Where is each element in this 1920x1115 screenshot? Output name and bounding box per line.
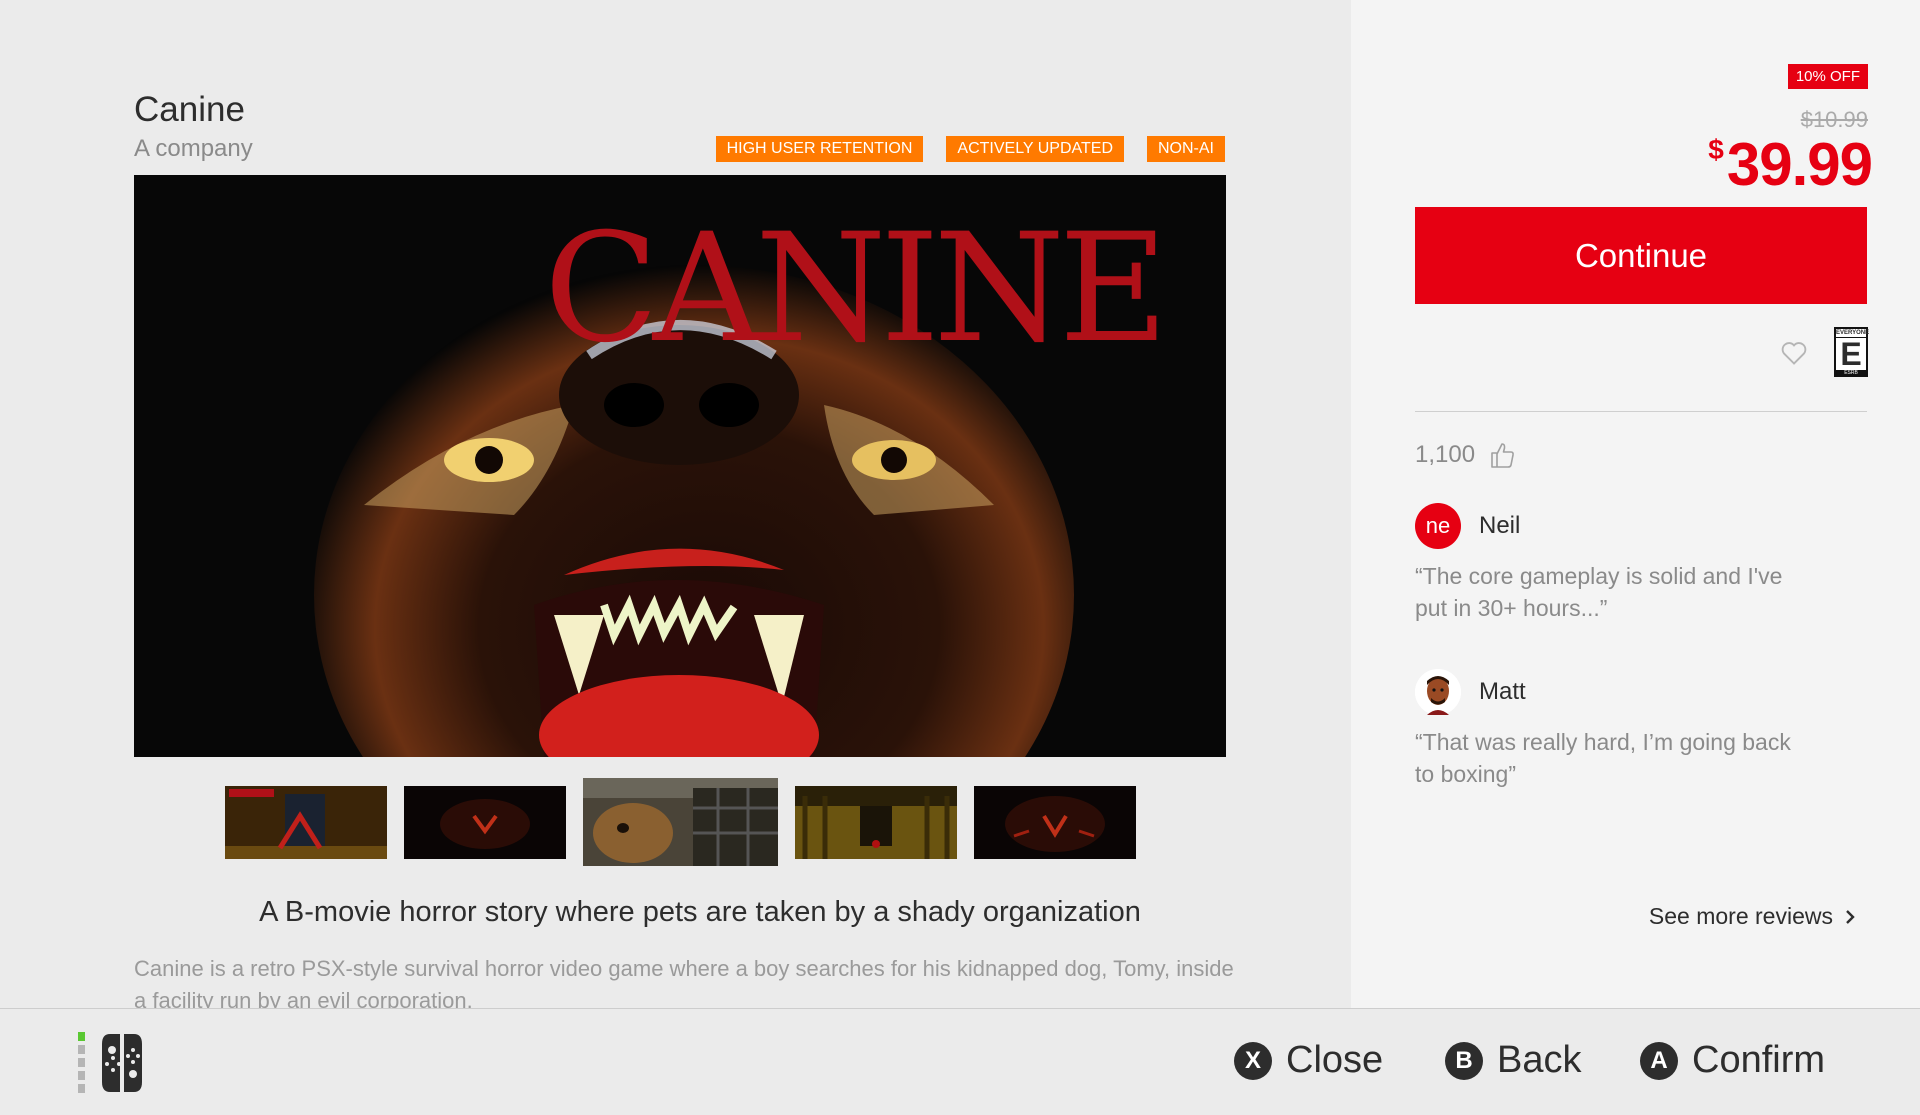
close-button[interactable]: X Close — [1234, 1039, 1383, 1082]
controller-icon — [78, 1032, 142, 1093]
tag-non-ai: NON-AI — [1147, 136, 1225, 162]
close-label: Close — [1286, 1039, 1384, 1081]
mii-avatar-icon — [1415, 669, 1461, 715]
back-button[interactable]: B Back — [1445, 1039, 1581, 1082]
tag-actively-updated: ACTIVELY UPDATED — [946, 136, 1124, 162]
discount-badge: 10% OFF — [1787, 64, 1868, 89]
thumbnail-1[interactable] — [225, 785, 387, 859]
continue-button[interactable]: Continue — [1415, 207, 1867, 304]
esrb-everyone-icon: EVERYONE E ESRB — [1834, 327, 1869, 377]
main-panel: Canine A company HIGH USER RETENTION ACT… — [0, 0, 1351, 1008]
thumbnail-4[interactable] — [795, 785, 957, 859]
likes-value: 1,100 — [1415, 441, 1476, 468]
price-value: 39.99 — [1726, 131, 1873, 198]
tag-high-user-retention: HIGH USER RETENTION — [715, 136, 924, 162]
b-button-icon: B — [1445, 1041, 1483, 1080]
review-author-neil: ne Neil — [1415, 503, 1520, 549]
x-button-icon: X — [1234, 1041, 1272, 1080]
review-text: “That was really hard, I’m going back to… — [1415, 729, 1791, 787]
game-title: Canine — [134, 90, 245, 129]
confirm-label: Confirm — [1692, 1039, 1826, 1081]
back-label: Back — [1497, 1039, 1582, 1081]
heart-icon[interactable] — [1780, 339, 1808, 367]
screenshot-thumbnails — [225, 778, 1136, 866]
currency-symbol: $ — [1708, 134, 1724, 165]
a-button-icon: A — [1640, 1041, 1678, 1080]
confirm-button[interactable]: A Confirm — [1640, 1039, 1825, 1082]
avatar: ne — [1415, 503, 1461, 549]
panel-divider — [1415, 411, 1867, 412]
hero-image[interactable]: CANINE — [134, 175, 1226, 757]
thumbnail-5[interactable] — [974, 785, 1136, 859]
game-headline: A B-movie horror story where pets are ta… — [259, 896, 1141, 928]
see-more-reviews-link[interactable]: See more reviews — [1649, 903, 1855, 930]
snarling-dog-artwork: CANINE — [134, 175, 1226, 757]
see-more-label: See more reviews — [1648, 903, 1833, 929]
tag-list: HIGH USER RETENTION ACTIVELY UPDATED NON… — [715, 136, 1225, 162]
esrb-letter: E — [1840, 336, 1862, 372]
chevron-right-icon — [1846, 909, 1855, 924]
sale-price: $39.99 — [1708, 130, 1873, 199]
thumbnail-2[interactable] — [404, 785, 566, 859]
hero-logo: CANINE — [544, 202, 1162, 376]
reviewer-name: Matt — [1479, 678, 1526, 705]
footer-bar — [0, 1008, 1920, 1115]
reviewer-name: Neil — [1479, 512, 1521, 539]
thumbs-up-icon[interactable] — [1489, 441, 1515, 469]
review-text: “The core gameplay is solid and I've put… — [1415, 563, 1783, 621]
publisher-name: A company — [134, 135, 253, 162]
game-description: Canine is a retro PSX-style survival hor… — [134, 956, 1234, 1008]
avatar — [1415, 669, 1461, 715]
thumbnail-3-selected[interactable] — [583, 778, 778, 866]
likes-count: 1,100 — [1415, 441, 1515, 469]
review-author-matt: Matt — [1415, 669, 1526, 715]
